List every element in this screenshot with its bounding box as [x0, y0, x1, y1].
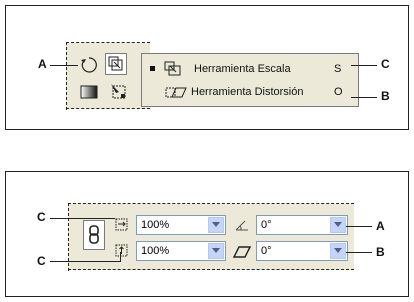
panel-dotted-bottom: [68, 269, 354, 270]
callout-b-leader: [346, 252, 372, 253]
current-tool-marker: [150, 66, 155, 71]
constrain-proportions-button[interactable]: [83, 220, 105, 250]
menu-item-scale[interactable]: Herramienta Escala S: [142, 61, 358, 79]
rotate-tool-icon[interactable]: [79, 55, 99, 75]
shear-tool-icon: [164, 84, 188, 103]
callout-c-bottom-leader: [50, 261, 121, 262]
top-figure-frame: Herramienta Escala S Herramienta Distors…: [5, 5, 409, 130]
scale-tool-icon: [108, 56, 123, 71]
scale-x-combo[interactable]: 100%: [136, 215, 226, 235]
rotation-combo[interactable]: 0°: [256, 215, 348, 235]
callout-a-leader: [50, 65, 78, 66]
callout-c-leader: [351, 65, 377, 66]
menu-item-shortcut: S: [334, 63, 342, 75]
callout-b-leader: [351, 97, 377, 98]
menu-item-label: Herramienta Escala: [194, 63, 291, 75]
panel-dotted-top: [68, 203, 354, 204]
callout-a-leader: [346, 226, 372, 227]
rotation-angle-icon: [234, 218, 250, 237]
menu-item-shortcut: O: [334, 86, 343, 98]
tools-panel-dotted-left: [66, 42, 67, 110]
chevron-down-icon[interactable]: [208, 217, 224, 233]
menu-item-label: Herramienta Distorsión: [191, 86, 304, 98]
chevron-down-icon[interactable]: [330, 217, 346, 233]
callout-a: A: [38, 57, 47, 71]
bottom-figure-frame: 100% 100% 0° 0° C C A B: [5, 171, 409, 297]
free-transform-tool-icon[interactable]: [109, 82, 129, 102]
callout-c-bottom-leader-vertical: [120, 252, 121, 262]
tool-flyout-menu: Herramienta Escala S Herramienta Distors…: [141, 53, 359, 107]
chain-link-icon: [89, 225, 99, 244]
rotation-value: 0°: [261, 219, 272, 231]
callout-c-bottom: C: [37, 254, 46, 268]
chevron-down-icon[interactable]: [208, 243, 224, 259]
shear-value: 0°: [261, 245, 272, 257]
scale-x-value: 100%: [141, 219, 170, 231]
shear-angle-icon: [232, 245, 252, 263]
scale-x-icon: [114, 217, 130, 238]
callout-c-top: C: [37, 210, 46, 224]
menu-item-distortion[interactable]: Herramienta Distorsión O: [142, 84, 358, 102]
tools-panel-dotted-top: [66, 42, 150, 43]
callout-c-top-leader: [50, 218, 115, 219]
callout-b: B: [381, 89, 390, 103]
scale-tool-button[interactable]: [105, 53, 127, 75]
callout-a: A: [376, 219, 385, 233]
callout-b: B: [376, 245, 385, 259]
chevron-down-icon[interactable]: [330, 243, 346, 259]
callout-c: C: [381, 57, 390, 71]
shear-combo[interactable]: 0°: [256, 241, 348, 261]
scale-y-value: 100%: [141, 245, 170, 257]
scale-tool-icon: [164, 61, 182, 80]
gradient-tool-icon[interactable]: [79, 82, 99, 102]
scale-y-combo[interactable]: 100%: [136, 241, 226, 261]
tools-panel-dotted-bottom: [66, 108, 150, 109]
